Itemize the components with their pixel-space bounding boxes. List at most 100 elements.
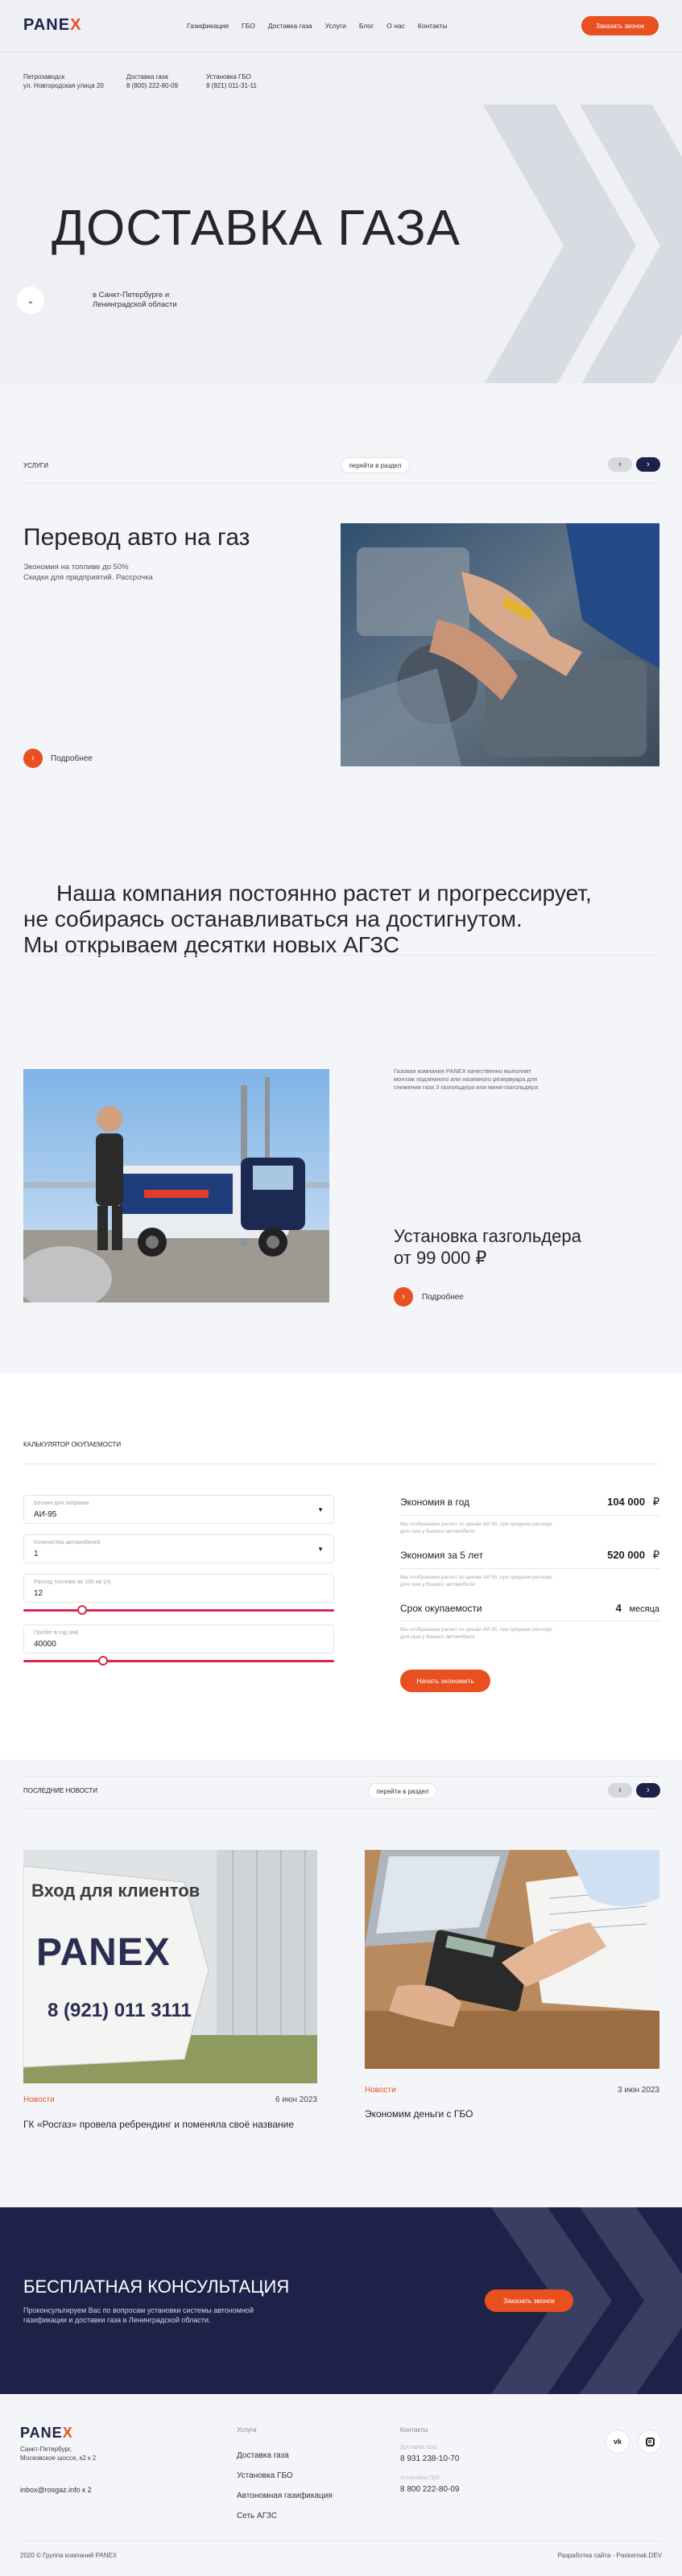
- footer-link-autonomous[interactable]: Автономная газификация: [237, 2486, 333, 2506]
- services-desc-line: Экономия на топливе до 50%: [23, 563, 129, 572]
- logo[interactable]: PANEX: [23, 16, 81, 35]
- news-tag: Новости: [23, 2095, 55, 2104]
- hero-section: PANEX Газификация ГБО Доставка газа Услу…: [0, 0, 682, 383]
- news-image-calculator[interactable]: [365, 1850, 659, 2069]
- arrow-right-icon: ›: [647, 1785, 650, 1795]
- news-title[interactable]: Экономим деньги с ГБО: [365, 2108, 639, 2120]
- consultation-call-button[interactable]: Заказать звонок: [485, 2289, 573, 2312]
- footer-services-label: Услуги: [237, 2426, 257, 2434]
- nav-item-delivery[interactable]: Доставка газа: [268, 22, 312, 30]
- news-tag: Новости: [365, 2086, 396, 2095]
- footer-contact2-label: Установка ГБО: [400, 2475, 440, 2481]
- engine-photo: [341, 523, 659, 766]
- logo-text: PANE: [20, 2425, 63, 2441]
- calculator-label: КАЛЬКУЛЯТОР ОКУПАЕМОСТИ: [23, 1441, 122, 1448]
- start-saving-button[interactable]: Начать экономить: [400, 1670, 490, 1692]
- statement-line: Наша компания постоянно растет и прогрес…: [56, 881, 592, 906]
- services-prev-button[interactable]: ‹: [608, 457, 632, 472]
- arrow-left-icon: ‹: [618, 460, 622, 469]
- tank-title-line: Установка газгольдера: [394, 1226, 581, 1246]
- footer-link-delivery[interactable]: Доставка газа: [237, 2446, 333, 2466]
- footer-contact1[interactable]: 8 931 238-10-70: [400, 2454, 459, 2463]
- arrow-left-icon: ‹: [618, 1785, 622, 1795]
- news-image-rebrand[interactable]: Вход для клиентов PANEX 8 (921) 011 3111: [23, 1850, 317, 2083]
- news-link[interactable]: перейти в раздел: [368, 1783, 437, 1799]
- footer-contact2[interactable]: 8 800 222-80-09: [400, 2485, 459, 2494]
- footer-email[interactable]: inbox@rosgaz.info к 2: [20, 2486, 92, 2494]
- result-unit: ₽: [652, 1549, 659, 1561]
- services-next-button[interactable]: ›: [636, 457, 660, 472]
- consumption-slider-handle[interactable]: [77, 1605, 87, 1615]
- sign-logo: PANEX: [36, 1931, 171, 1974]
- nav-item-services[interactable]: Услуги: [325, 22, 346, 30]
- scroll-down-button[interactable]: ⌄: [17, 287, 44, 314]
- consumption-slider[interactable]: [23, 1609, 334, 1612]
- vk-button[interactable]: vk: [606, 2429, 630, 2454]
- hero-contact-address: Петрозаводск ул. Новгородская улица 20: [23, 72, 104, 90]
- logo-x: X: [70, 16, 82, 34]
- consumption-input[interactable]: Расход топлива на 100 км (л) 12: [23, 1574, 334, 1603]
- consultation-desc-line: Проконсультируем Вас по вопросам установ…: [23, 2306, 254, 2314]
- statement-section: Наша компания постоянно растет и прогрес…: [0, 834, 682, 979]
- mileage-slider-handle[interactable]: [98, 1656, 108, 1666]
- contact-label: Петрозаводск: [23, 73, 65, 80]
- result-value: 4 месяца: [616, 1602, 659, 1614]
- field-value: 12: [34, 1589, 43, 1598]
- consultation-section: БЕСПЛАТНАЯ КОНСУЛЬТАЦИЯ Проконсультируем…: [0, 2207, 682, 2394]
- services-more-link[interactable]: Подробнее: [51, 754, 93, 763]
- news-date: 6 июн 2023: [275, 2095, 317, 2104]
- vk-icon: vk: [613, 2438, 622, 2446]
- nav-item-about[interactable]: О нас: [386, 22, 405, 30]
- footer-contacts-label: Контакты: [400, 2426, 428, 2434]
- consultation-desc-line: газификации и доставки газа в Ленинградс…: [23, 2316, 211, 2324]
- result-divider: [400, 1620, 659, 1621]
- mileage-input[interactable]: Пробег в год (км) 40000: [23, 1624, 334, 1653]
- tank-desc: Газовая компания PANEX качественно выпол…: [394, 1067, 539, 1091]
- news-title[interactable]: ГК «Росгаз» провела ребрендинг и поменял…: [23, 2119, 297, 2131]
- calculator-section: КАЛЬКУЛЯТОР ОКУПАЕМОСТИ Бензин для запра…: [0, 1373, 682, 1760]
- arrow-right-icon: ›: [402, 1292, 405, 1302]
- tank-more-icon-button[interactable]: ›: [394, 1287, 413, 1307]
- news-label: ПОСЛЕДНИЕ НОВОСТИ: [23, 1787, 98, 1794]
- car-count-select[interactable]: Количество автомобилей 1 ▼: [23, 1534, 334, 1563]
- hero-contact-gbo[interactable]: Установка ГБО 8 (921) 011-31-11: [206, 72, 257, 90]
- field-label: Пробег в год (км): [34, 1630, 79, 1636]
- footer-contact1-label: Доставка газа: [400, 2445, 437, 2450]
- field-label: Расход топлива на 100 км (л): [34, 1579, 111, 1585]
- services-section: УСЛУГИ перейти в раздел ‹ › Перевод авто…: [0, 383, 682, 834]
- statement-text: Наша компания постоянно растет и прогрес…: [23, 881, 592, 958]
- logo-x: X: [62, 2425, 73, 2441]
- fuel-type-select[interactable]: Бензин для заправки АИ-95 ▼: [23, 1495, 334, 1524]
- footer-logo[interactable]: PANEX: [20, 2425, 73, 2442]
- field-value: 40000: [34, 1640, 56, 1649]
- instagram-button[interactable]: [638, 2429, 662, 2454]
- gas-truck-photo: [23, 1069, 329, 1302]
- footer-link-gbo[interactable]: Установка ГБО: [237, 2466, 333, 2486]
- tank-price: от 99 000 ₽: [394, 1248, 487, 1268]
- news-next-button[interactable]: ›: [636, 1783, 660, 1798]
- tank-section: Газовая компания PANEX качественно выпол…: [0, 979, 682, 1373]
- nav-item-blog[interactable]: Блог: [359, 22, 374, 30]
- contact-value: 8 (921) 011-31-11: [206, 82, 257, 89]
- nav-item-gbo[interactable]: ГБО: [242, 22, 255, 30]
- caret-down-icon: ▼: [317, 1546, 324, 1553]
- news-divider: [23, 1808, 659, 1809]
- news-prev-button[interactable]: ‹: [608, 1783, 632, 1798]
- services-link[interactable]: перейти в раздел: [341, 457, 410, 473]
- field-value: 1: [34, 1550, 39, 1558]
- mileage-slider[interactable]: [23, 1660, 334, 1662]
- footer-link-azgs[interactable]: Сеть АГЗС: [237, 2506, 333, 2526]
- nav-item-gasification[interactable]: Газификация: [187, 22, 229, 30]
- contact-label: Доставка газа: [126, 73, 168, 80]
- tank-more-link[interactable]: Подробнее: [422, 1293, 464, 1302]
- caret-down-icon: ▼: [317, 1506, 324, 1513]
- nav-item-contacts[interactable]: Контакты: [418, 22, 448, 30]
- developer-credit[interactable]: Разработка сайта - Paskernak.DEV: [501, 2552, 662, 2559]
- hero-contact-delivery[interactable]: Доставка газа 8 (800) 222-80-09: [126, 72, 178, 90]
- header-call-button[interactable]: Заказать звонок: [581, 16, 659, 35]
- news-section: ПОСЛЕДНИЕ НОВОСТИ перейти в раздел ‹ › В…: [0, 1760, 682, 2207]
- sign-caption: Вход для клиентов: [31, 1880, 200, 1901]
- footer-services-list: Доставка газа Установка ГБО Автономная г…: [237, 2446, 333, 2526]
- services-more-icon-button[interactable]: ›: [23, 749, 43, 768]
- copyright: 2020 © Группа компаний PANEX: [20, 2552, 118, 2559]
